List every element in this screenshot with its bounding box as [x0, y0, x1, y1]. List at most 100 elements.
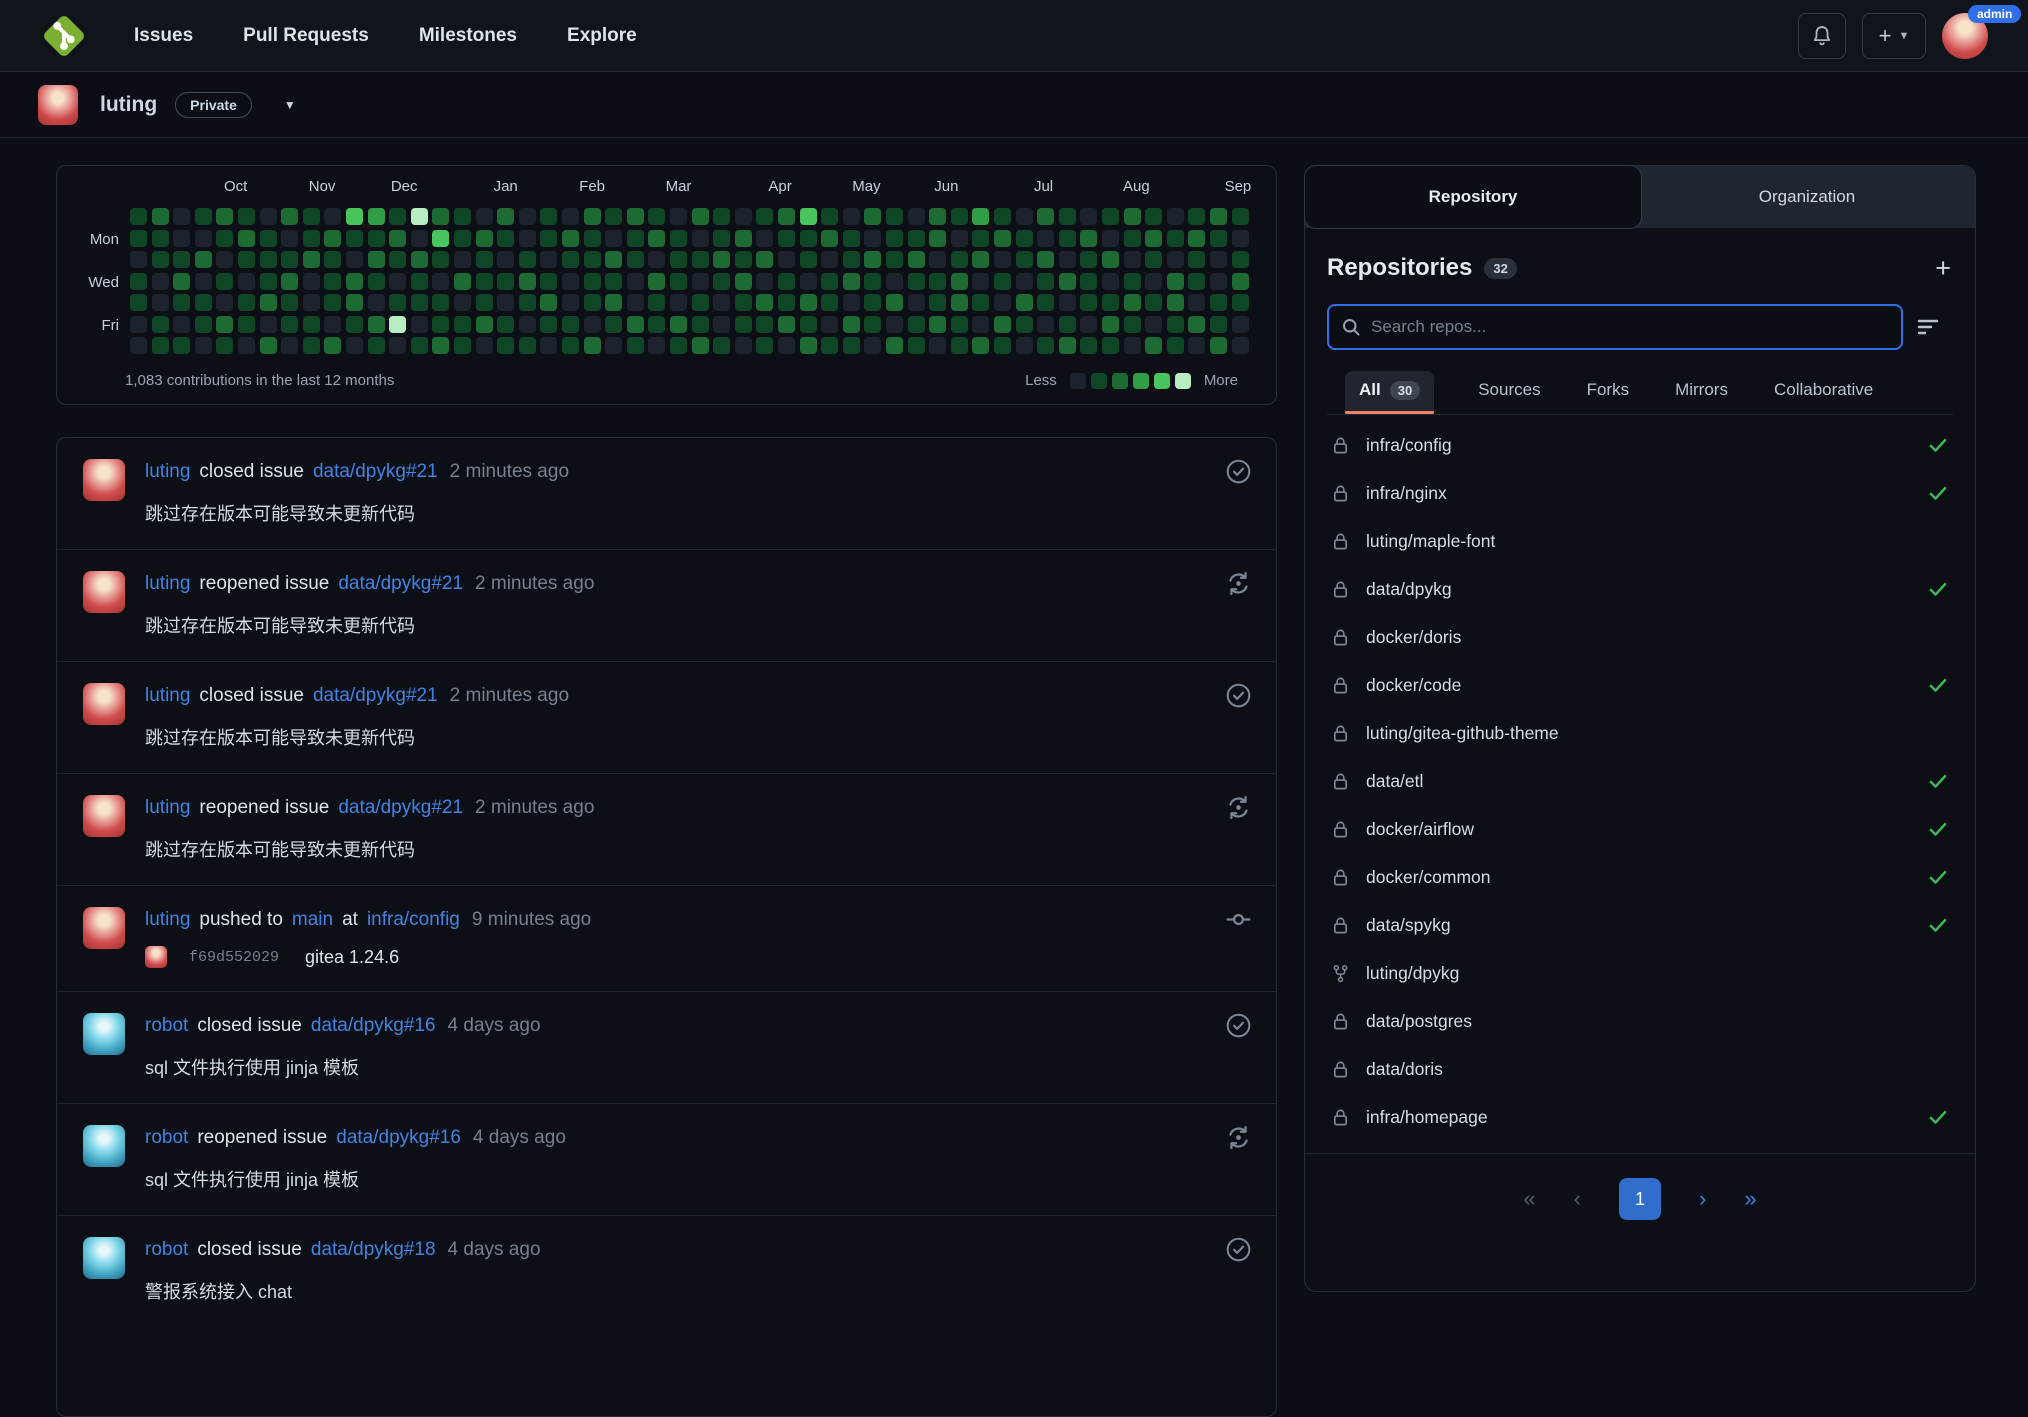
feed-user-link[interactable]: luting — [145, 573, 190, 595]
feed-user-avatar[interactable] — [83, 1237, 125, 1279]
repo-name-link[interactable]: infra/nginx — [1366, 483, 1447, 504]
repo-row[interactable]: infra/nginx — [1305, 469, 1975, 517]
heatmap-cell — [173, 315, 191, 333]
repo-row[interactable]: luting/gitea-github-theme — [1305, 709, 1975, 757]
lock-icon — [1333, 773, 1348, 789]
heatmap-cell — [259, 251, 277, 268]
repo-name-link[interactable]: docker/airflow — [1366, 819, 1474, 840]
repo-row[interactable]: docker/code — [1305, 661, 1975, 709]
heatmap-cell — [259, 315, 277, 333]
feed-repo-link[interactable]: data/dpykg#16 — [336, 1127, 461, 1149]
feed-timestamp: 4 days ago — [447, 1015, 541, 1036]
issue-closed-icon — [1226, 1237, 1251, 1262]
feed-user-avatar[interactable] — [83, 683, 125, 725]
notifications-button[interactable] — [1798, 12, 1846, 59]
nav-link-issues[interactable]: Issues — [134, 25, 193, 47]
repo-name-link[interactable]: infra/homepage — [1366, 1107, 1488, 1128]
feed-repo-link[interactable]: data/dpykg#18 — [311, 1239, 436, 1261]
repo-row[interactable]: data/spykg — [1305, 901, 1975, 949]
feed-user-link[interactable]: robot — [145, 1127, 188, 1149]
repo-row[interactable]: docker/common — [1305, 853, 1975, 901]
heatmap-cell — [1037, 294, 1055, 311]
feed-user-avatar[interactable] — [83, 907, 125, 949]
feed-user-link[interactable]: robot — [145, 1015, 188, 1037]
repo-name-link[interactable]: luting/dpykg — [1366, 963, 1459, 984]
repo-name-link[interactable]: luting/gitea-github-theme — [1366, 723, 1559, 744]
filter-tab-mirrors[interactable]: Mirrors — [1673, 370, 1730, 414]
pagination-next-button[interactable]: › — [1699, 1186, 1706, 1212]
filter-tab-collaborative[interactable]: Collaborative — [1772, 370, 1875, 414]
feed-user-avatar[interactable] — [83, 1013, 125, 1055]
feed-branch-link[interactable]: main — [292, 909, 333, 931]
feed-repo-link[interactable]: infra/config — [367, 909, 460, 931]
repo-row[interactable]: data/etl — [1305, 757, 1975, 805]
nav-link-pull-requests[interactable]: Pull Requests — [243, 25, 369, 47]
repo-name-link[interactable]: data/spykg — [1366, 915, 1451, 936]
feed-repo-link[interactable]: data/dpykg#21 — [313, 461, 438, 483]
pagination-last-button[interactable]: » — [1744, 1186, 1756, 1212]
feed-repo-link[interactable]: data/dpykg#16 — [311, 1015, 436, 1037]
feed-user-avatar[interactable] — [83, 1125, 125, 1167]
repo-search-input[interactable] — [1371, 317, 1889, 337]
repo-name-link[interactable]: docker/doris — [1366, 627, 1461, 648]
heatmap-cell — [864, 229, 882, 247]
pagination-first-button[interactable]: « — [1523, 1186, 1535, 1212]
filter-tab-sources[interactable]: Sources — [1476, 370, 1542, 414]
heatmap-cell — [1080, 315, 1098, 333]
repo-name-link[interactable]: docker/common — [1366, 867, 1491, 888]
feed-user-link[interactable]: luting — [145, 461, 190, 483]
feed-user-link[interactable]: luting — [145, 909, 190, 931]
pagination-page-1-button[interactable]: 1 — [1619, 1178, 1661, 1220]
heatmap-cell — [194, 337, 212, 354]
repo-name-link[interactable]: data/dpykg — [1366, 579, 1452, 600]
repo-row[interactable]: data/doris — [1305, 1045, 1975, 1093]
check-icon — [1929, 822, 1947, 836]
nav-link-explore[interactable]: Explore — [567, 25, 637, 47]
feed-user-link[interactable]: luting — [145, 685, 190, 707]
repo-row[interactable]: data/postgres — [1305, 997, 1975, 1045]
lock-icon-wrapper — [1331, 915, 1350, 936]
repo-row[interactable]: docker/airflow — [1305, 805, 1975, 853]
heatmap-cell — [648, 272, 666, 290]
heatmap-cell — [346, 337, 363, 354]
pagination-prev-button[interactable]: ‹ — [1574, 1186, 1581, 1212]
feed-user-link[interactable]: luting — [145, 797, 190, 819]
add-repository-button[interactable]: + — [1935, 255, 1951, 282]
profile-username[interactable]: luting — [100, 93, 157, 117]
feed-repo-link[interactable]: data/dpykg#21 — [313, 685, 438, 707]
feed-user-avatar[interactable] — [83, 571, 125, 613]
gitea-logo[interactable] — [36, 8, 92, 64]
feed-repo-link[interactable]: data/dpykg#21 — [338, 573, 463, 595]
repo-row[interactable]: data/dpykg — [1305, 565, 1975, 613]
repo-row[interactable]: infra/config — [1305, 421, 1975, 469]
filter-tab-all[interactable]: All 30 — [1345, 371, 1435, 414]
repo-row[interactable]: luting/maple-font — [1305, 517, 1975, 565]
repo-name-link[interactable]: infra/config — [1366, 435, 1452, 456]
profile-avatar[interactable] — [38, 84, 78, 125]
heatmap-cell — [734, 251, 752, 268]
repo-name-link[interactable]: data/doris — [1366, 1059, 1443, 1080]
commit-sha-link[interactable]: f69d552029 — [189, 949, 279, 966]
repo-row[interactable]: docker/doris — [1305, 613, 1975, 661]
feed-user-link[interactable]: robot — [145, 1239, 188, 1261]
nav-link-milestones[interactable]: Milestones — [419, 25, 517, 47]
tab-repository[interactable]: Repository — [1304, 165, 1642, 229]
feed-user-avatar[interactable] — [83, 459, 125, 501]
repo-name-link[interactable]: data/etl — [1366, 771, 1423, 792]
filter-tab-forks[interactable]: Forks — [1585, 370, 1632, 414]
repo-name-link[interactable]: data/postgres — [1366, 1011, 1472, 1032]
create-new-button[interactable]: + ▼ — [1862, 12, 1926, 59]
heatmap-cell — [454, 294, 471, 311]
repo-filter-button[interactable] — [1903, 304, 1953, 350]
repo-name-link[interactable]: docker/code — [1366, 675, 1461, 696]
heatmap-cell — [605, 315, 623, 333]
repo-row[interactable]: luting/dpykg — [1305, 949, 1975, 997]
feed-repo-link[interactable]: data/dpykg#21 — [338, 797, 463, 819]
tab-organization[interactable]: Organization — [1639, 166, 1975, 228]
heatmap-cell — [799, 208, 817, 225]
repo-name-link[interactable]: luting/maple-font — [1366, 531, 1495, 552]
heatmap-cell — [302, 294, 320, 311]
profile-dropdown-caret[interactable]: ▼ — [284, 98, 296, 112]
feed-user-avatar[interactable] — [83, 795, 125, 837]
repo-row[interactable]: infra/homepage — [1305, 1093, 1975, 1141]
